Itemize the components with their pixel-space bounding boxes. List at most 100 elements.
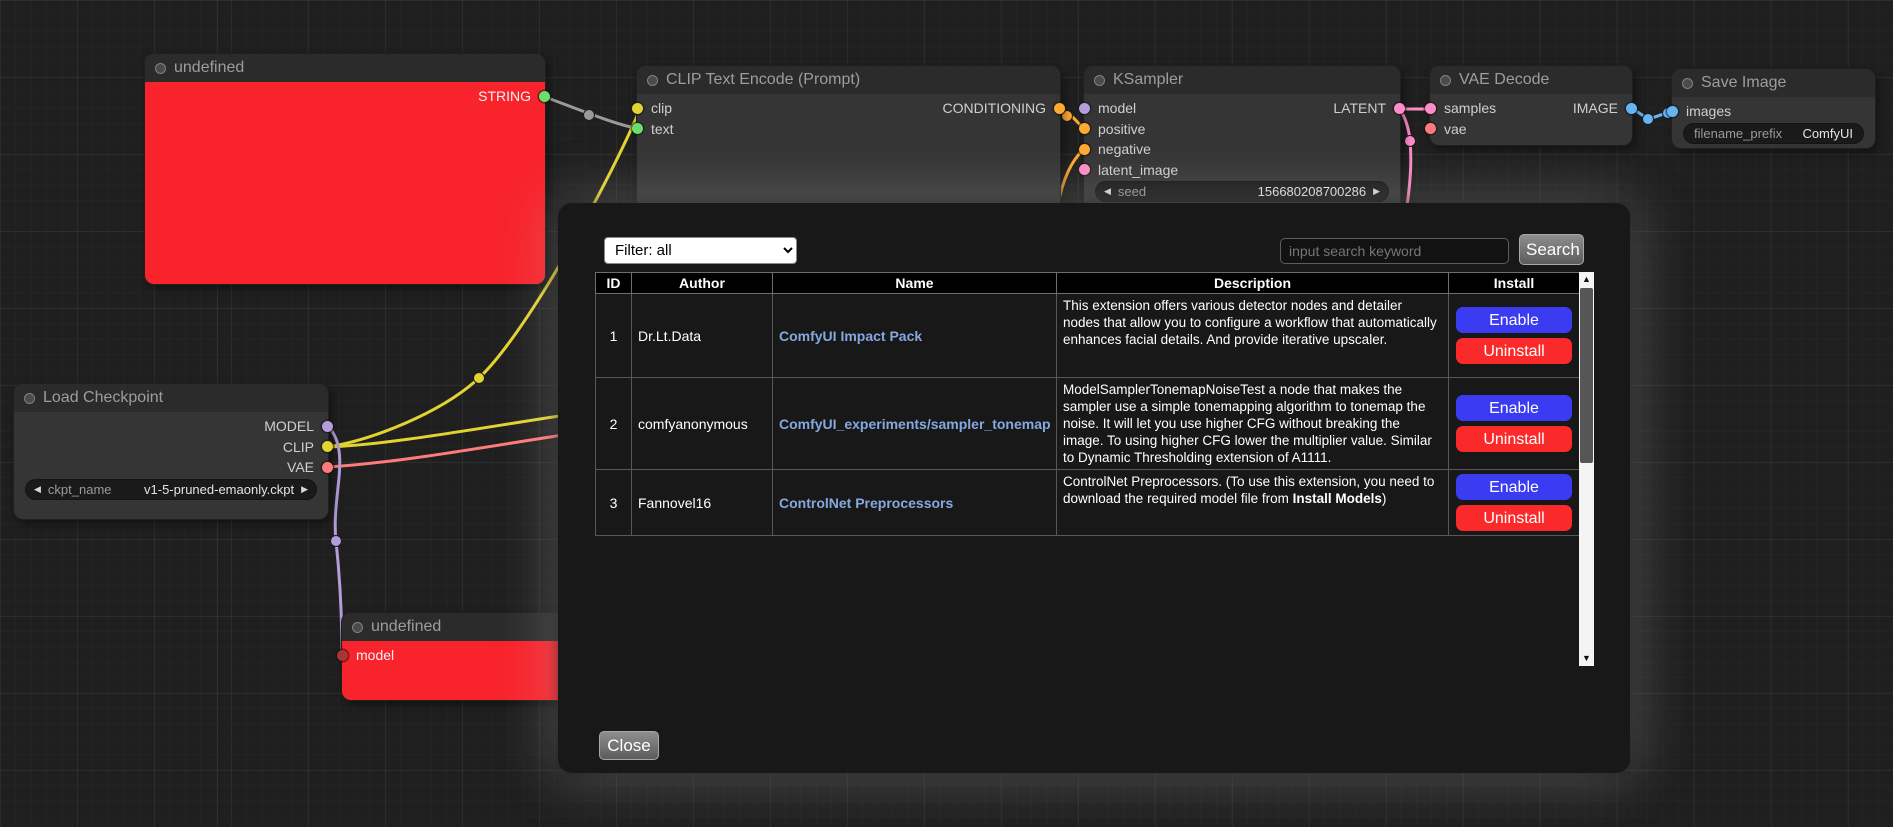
extension-id: 2 [596,378,632,470]
output-port-latent[interactable] [1394,103,1405,114]
seed-widget-label: seed [1118,184,1146,199]
enable-button[interactable]: Enable [1456,474,1572,500]
reroute-dot[interactable] [1643,114,1654,125]
node-body: samples IMAGE vae [1430,94,1632,145]
reroute-dot[interactable] [1405,136,1416,147]
node-title-bar[interactable]: CLIP Text Encode (Prompt) [637,66,1060,94]
node-title-bar[interactable]: undefined [145,54,545,82]
scroll-thumb[interactable] [1580,288,1593,463]
input-port-positive[interactable] [1079,123,1090,134]
node-load-checkpoint[interactable]: Load Checkpoint MODEL CLIP VAE ◀ ckpt_na… [14,384,328,519]
search-button[interactable]: Search [1519,234,1584,265]
filter-select[interactable]: Filter: all [604,237,797,264]
input-port-negative[interactable] [1079,144,1090,155]
uninstall-button[interactable]: Uninstall [1456,426,1572,452]
output-port-model[interactable] [322,421,333,432]
input-label-clip: clip [651,100,672,116]
extension-author: Fannovel16 [632,470,773,536]
missing-node-body: model [342,641,566,700]
output-port-string[interactable] [539,91,550,102]
collapse-dot-icon[interactable] [24,393,35,404]
filename-prefix-label: filename_prefix [1694,126,1782,141]
decrement-arrow-icon[interactable]: ◀ [1104,182,1111,201]
ckpt-name-widget[interactable]: ◀ ckpt_name v1-5-pruned-emaonly.ckpt ▶ [26,480,316,499]
input-label-latent-image: latent_image [1098,162,1178,178]
output-port-image[interactable] [1626,103,1637,114]
node-body: model LATENT positive negative latent_im… [1084,94,1400,211]
collapse-dot-icon[interactable] [352,622,363,633]
node-clip-text-encode[interactable]: CLIP Text Encode (Prompt) clip CONDITION… [637,66,1060,216]
input-port-images[interactable] [1667,106,1678,117]
node-vae-decode[interactable]: VAE Decode samples IMAGE vae [1430,66,1632,145]
output-label-latent: LATENT [1333,100,1386,116]
ckpt-name-value: v1-5-pruned-emaonly.ckpt [144,482,294,497]
extension-row: 1 Dr.Lt.Data ComfyUI Impact Pack This ex… [596,294,1580,378]
node-title: VAE Decode [1459,71,1549,89]
header-description: Description [1057,273,1449,294]
scroll-up-icon[interactable]: ▲ [1579,272,1594,287]
uninstall-button[interactable]: Uninstall [1456,338,1572,364]
node-body: MODEL CLIP VAE ◀ ckpt_name v1-5-pruned-e… [14,412,328,519]
node-body: clip CONDITIONING text [637,94,1060,216]
input-label-samples: samples [1444,100,1496,116]
node-title: CLIP Text Encode (Prompt) [666,71,860,89]
enable-button[interactable]: Enable [1456,307,1572,333]
wire-latent-down [1400,109,1411,206]
node-undefined-bottom[interactable]: undefined model [342,613,566,700]
custom-nodes-manager-dialog: Filter: all Search ID Author Name Descri… [558,203,1630,773]
enable-button[interactable]: Enable [1456,395,1572,421]
input-port-text[interactable] [632,123,643,134]
reroute-dot[interactable] [331,536,342,547]
filename-prefix-widget[interactable]: filename_prefix ComfyUI [1684,124,1863,143]
node-undefined-top[interactable]: undefined STRING [145,54,545,284]
reroute-dot[interactable] [474,373,485,384]
collapse-dot-icon[interactable] [1094,75,1105,86]
node-title-bar[interactable]: Save Image [1672,69,1875,97]
reroute-dot[interactable] [584,110,595,121]
output-port-conditioning[interactable] [1054,103,1065,114]
extension-link[interactable]: ComfyUI_experiments/sampler_tonemap [779,416,1051,432]
node-title-bar[interactable]: VAE Decode [1430,66,1632,94]
seed-widget[interactable]: ◀ seed 156680208700286 ▶ [1096,182,1388,201]
uninstall-button[interactable]: Uninstall [1456,505,1572,531]
input-port-latent-image[interactable] [1079,164,1090,175]
collapse-dot-icon[interactable] [647,75,658,86]
close-button[interactable]: Close [599,731,659,760]
node-title-bar[interactable]: KSampler [1084,66,1400,94]
increment-arrow-icon[interactable]: ▶ [1373,182,1380,201]
extension-description: ControlNet Preprocessors. (To use this e… [1057,470,1449,536]
wire-conditioning-negative [1058,149,1084,206]
input-port-model[interactable] [1079,103,1090,114]
input-port-clip[interactable] [632,103,643,114]
input-label-images: images [1686,103,1731,119]
input-label-negative: negative [1098,141,1151,157]
node-title-bar[interactable]: undefined [342,613,566,641]
output-label-string: STRING [478,88,531,104]
extension-link[interactable]: ControlNet Preprocessors [779,495,953,511]
collapse-dot-icon[interactable] [1682,78,1693,89]
node-title-bar[interactable]: Load Checkpoint [14,384,328,412]
table-header-row: ID Author Name Description Install [596,273,1580,294]
input-label-vae: vae [1444,121,1467,137]
collapse-dot-icon[interactable] [1440,75,1451,86]
output-label-vae: VAE [287,459,314,475]
node-title: KSampler [1113,71,1183,89]
node-canvas[interactable]: undefined STRING CLIP Text Encode (Promp… [0,0,1893,827]
collapse-dot-icon[interactable] [155,63,166,74]
decrement-arrow-icon[interactable]: ◀ [34,480,41,499]
scrollbar[interactable]: ▲ ▼ [1579,272,1594,666]
node-save-image[interactable]: Save Image images filename_prefix ComfyU… [1672,69,1875,148]
output-label-conditioning: CONDITIONING [943,100,1046,116]
node-ksampler[interactable]: KSampler model LATENT positive negative … [1084,66,1400,211]
increment-arrow-icon[interactable]: ▶ [301,480,308,499]
extension-link[interactable]: ComfyUI Impact Pack [779,328,922,344]
input-port-vae[interactable] [1425,123,1436,134]
missing-node-body: STRING [145,82,545,284]
output-port-vae[interactable] [322,462,333,473]
input-port-samples[interactable] [1425,103,1436,114]
scroll-down-icon[interactable]: ▼ [1579,651,1594,666]
input-port-model[interactable] [337,650,348,661]
header-install: Install [1449,273,1580,294]
extension-author: comfyanonymous [632,378,773,470]
search-input[interactable] [1280,238,1509,264]
